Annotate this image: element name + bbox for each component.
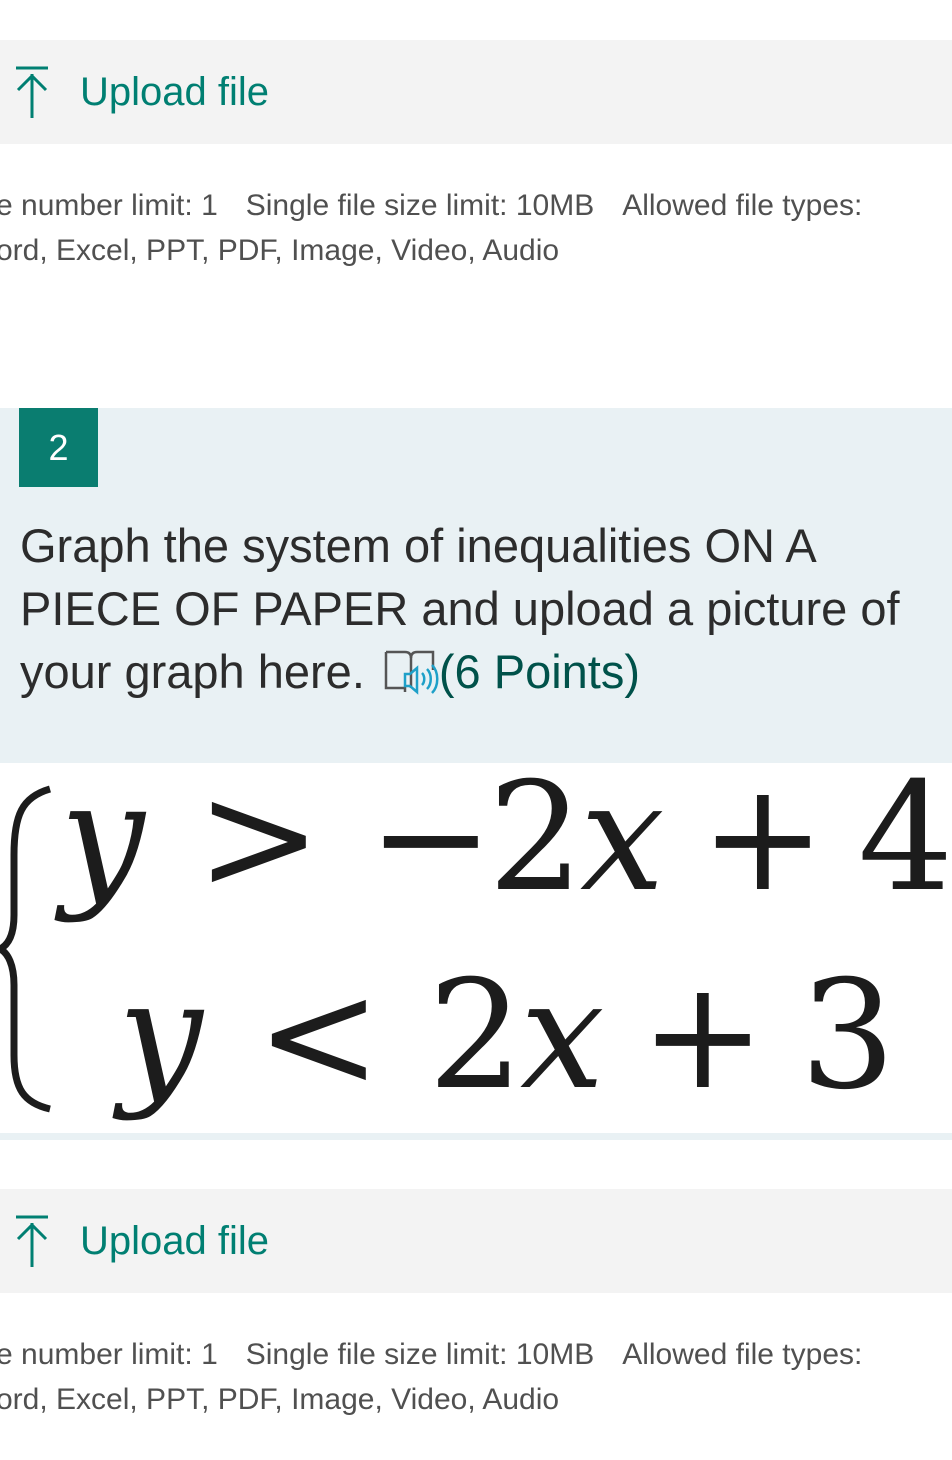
line1-operator: > — [196, 763, 322, 925]
upload-file-label: Upload file — [80, 69, 270, 114]
line1-minus: − — [368, 763, 494, 925]
allowed-types-label: Allowed file types: — [622, 1338, 863, 1371]
line1-y: y — [54, 763, 147, 925]
inequality-system: y > − 2 x + 4 y < 2 x + 3 — [0, 763, 952, 1123]
file-size-limit: Single file size limit: 10MB — [245, 189, 595, 222]
line2-x: x — [520, 949, 605, 1123]
line2-constant: 3 — [800, 949, 895, 1123]
line2-y: y — [112, 949, 205, 1123]
allowed-types-label: Allowed file types: — [622, 189, 863, 222]
upload-file-button[interactable]: Upload file — [12, 1211, 269, 1271]
line1-plus: + — [700, 763, 826, 925]
allowed-types-list: ord, Excel, PPT, PDF, Image, Video, Audi… — [0, 234, 560, 267]
immersive-reader-icon[interactable] — [383, 648, 439, 711]
upload-limits: e number limit: 1 Single file size limit:… — [0, 183, 952, 273]
left-brace — [0, 785, 52, 1113]
upload-arrow-icon — [12, 64, 52, 120]
equation-image: y > − 2 x + 4 y < 2 x + 3 — [0, 763, 952, 1133]
line2-operator: < — [256, 949, 382, 1123]
line1-constant: 4 — [858, 763, 952, 925]
line1-x: x — [580, 763, 665, 925]
file-number-limit: e number limit: 1 — [0, 1338, 218, 1371]
question-text: Graph the system of inequalities ON A PI… — [20, 514, 940, 711]
line2-plus: + — [640, 949, 766, 1123]
file-size-limit: Single file size limit: 10MB — [245, 1338, 595, 1371]
upload-arrow-icon — [12, 1213, 52, 1269]
question-header: 2 Graph the system of inequalities ON A … — [0, 408, 952, 763]
question-number-badge: 2 — [19, 408, 98, 487]
file-number-limit: e number limit: 1 — [0, 189, 218, 222]
question-points: (6 Points) — [438, 645, 641, 698]
upload-file-button[interactable]: Upload file — [12, 62, 269, 122]
upload-limits: e number limit: 1 Single file size limit:… — [0, 1332, 952, 1422]
upload-bar: Upload file — [0, 40, 952, 144]
allowed-types-list: ord, Excel, PPT, PDF, Image, Video, Audi… — [0, 1383, 560, 1416]
upload-file-label: Upload file — [80, 1218, 270, 1263]
upload-bar: Upload file — [0, 1189, 952, 1293]
line2-coefficient: 2 — [428, 949, 523, 1123]
line1-coefficient: 2 — [488, 763, 583, 925]
equation-divider — [0, 1133, 952, 1140]
